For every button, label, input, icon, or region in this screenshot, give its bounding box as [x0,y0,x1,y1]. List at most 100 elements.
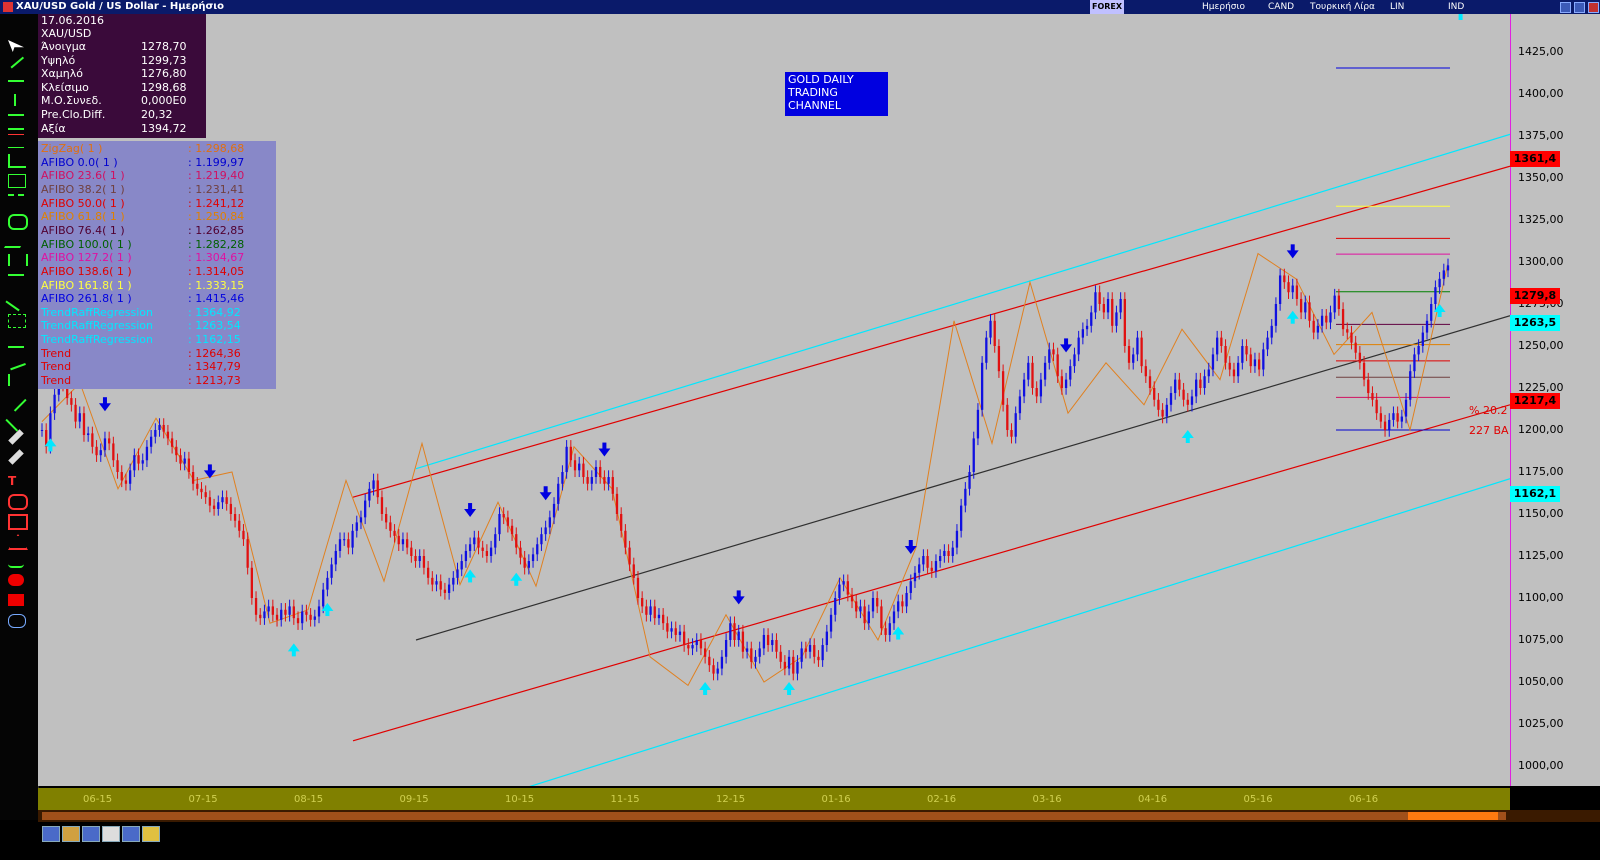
fan-icon[interactable] [8,194,24,208]
ellipse-icon[interactable] [8,214,28,230]
candle-body [876,598,879,607]
candle-body [582,463,585,478]
vline-icon[interactable] [14,94,20,106]
filled-rect-icon[interactable] [8,594,24,606]
buy-arrow-stem [468,576,473,583]
angle-icon[interactable] [5,390,27,412]
chart-plot-area[interactable] [38,14,1510,786]
legend-label: TrendRaffRegression [41,333,153,347]
curve-icon[interactable] [8,554,24,568]
scroll-thumb[interactable] [1408,812,1498,820]
candle-body [1287,282,1290,293]
candle-body [271,606,274,615]
open-folder-icon[interactable] [62,826,80,842]
legend-value: : 1.241,12 [188,196,245,210]
gann-icon[interactable] [8,154,26,168]
candle-body [569,446,572,461]
refresh-icon[interactable] [8,614,26,628]
price-tick-label: 1175,00 [1518,465,1564,478]
price-tick-label: 1325,00 [1518,213,1564,226]
candle-body [666,623,669,632]
annotation-line-2: TRADING [788,86,838,99]
candle-body [1069,366,1072,380]
currency-selector[interactable]: Τουρκική Λίρα [1310,0,1375,14]
channel-icon[interactable] [8,114,24,130]
new-chart-icon[interactable] [42,826,60,842]
measure-icon[interactable] [8,374,26,386]
price-tick-label: 1350,00 [1518,171,1564,184]
minimize-icon[interactable] [1560,2,1571,13]
time-tick-label: 06-15 [83,794,113,805]
sell-arrow-stem [1064,338,1069,346]
candle-body [808,645,812,652]
buy-arrow-stem [787,689,792,695]
scale-selector[interactable]: LIN [1390,0,1404,14]
hline-icon[interactable] [8,76,24,82]
maximize-icon[interactable] [1574,2,1585,13]
arrow-line-icon[interactable] [6,351,26,371]
chart-type-selector[interactable]: CAND [1268,0,1294,14]
candle-body [1102,304,1105,313]
time-axis[interactable]: 06-15 07-15 08-15 09-15 10-15 11-15 12-15 01-16… [38,788,1510,810]
candle-body [452,577,455,585]
candle-body [418,556,421,562]
rectangle-icon[interactable] [8,174,26,188]
legend-value: : 1264,36 [188,346,241,360]
period-selector[interactable]: Ημερήσιο [1202,0,1245,14]
legend-value: : 1.231,41 [188,182,245,196]
triangle-icon[interactable] [8,534,28,550]
ray-icon[interactable] [8,334,24,348]
candle-body [678,631,682,635]
candle-body [1199,379,1202,388]
candle-body [1409,371,1412,400]
fibonacci-icon[interactable] [8,134,24,148]
regression-line [529,478,1510,786]
candle-body [1132,354,1135,363]
pitchfork-icon[interactable] [3,234,29,248]
eraser-icon[interactable] [8,429,24,445]
horizontal-scrollbar[interactable] [38,810,1600,822]
candle-body [481,547,484,551]
speed-line-icon[interactable] [5,410,27,432]
time-tick-label: 11-15 [610,794,640,805]
square-icon[interactable] [8,514,28,530]
print-icon[interactable] [102,826,120,842]
filled-ellipse-icon[interactable] [8,574,24,586]
price-axis[interactable]: 1425,00 1400,00 1375,00 1350,00 1325,00 1300,… [1510,14,1600,786]
legend-label: AFIBO 127.2( 1 ) [41,251,132,265]
candle-body [1312,320,1315,333]
indicator-selector[interactable]: IND [1448,0,1464,14]
grid-icon[interactable] [8,314,26,328]
cycle-icon[interactable] [8,254,28,266]
candle-body [82,413,86,436]
candle-body [632,564,635,578]
candle-body [821,645,824,661]
cursor-icon[interactable] [8,40,24,52]
candle-body [993,320,996,346]
eraser-all-icon[interactable] [8,449,24,465]
candle-body [53,394,56,414]
candle-body [372,480,375,489]
candle-body [380,497,384,514]
chart-annotation-box[interactable]: GOLD DAILY TRADING CHANNEL [785,72,888,116]
settings-icon[interactable] [142,826,160,842]
text-tool-icon[interactable]: T [8,474,24,488]
legend-value: : 1347,79 [188,360,241,374]
candle-body [1325,315,1328,323]
sell-arrow-stem [543,486,548,494]
scroll-track[interactable] [42,812,1506,820]
candle-body [892,611,896,624]
ohlc-label: Χαμηλό [41,67,83,81]
close-icon[interactable] [1588,2,1599,13]
candle-body [1438,278,1441,288]
arc-icon[interactable] [8,274,24,288]
save-icon[interactable] [82,826,100,842]
trendline-icon[interactable] [7,53,25,69]
candle-body [1094,292,1097,313]
candle-body [909,581,912,593]
database-icon[interactable] [122,826,140,842]
regression-icon[interactable] [5,290,27,312]
candle-body [1299,298,1303,313]
candle-body [829,614,833,632]
circle-icon[interactable] [8,494,28,510]
